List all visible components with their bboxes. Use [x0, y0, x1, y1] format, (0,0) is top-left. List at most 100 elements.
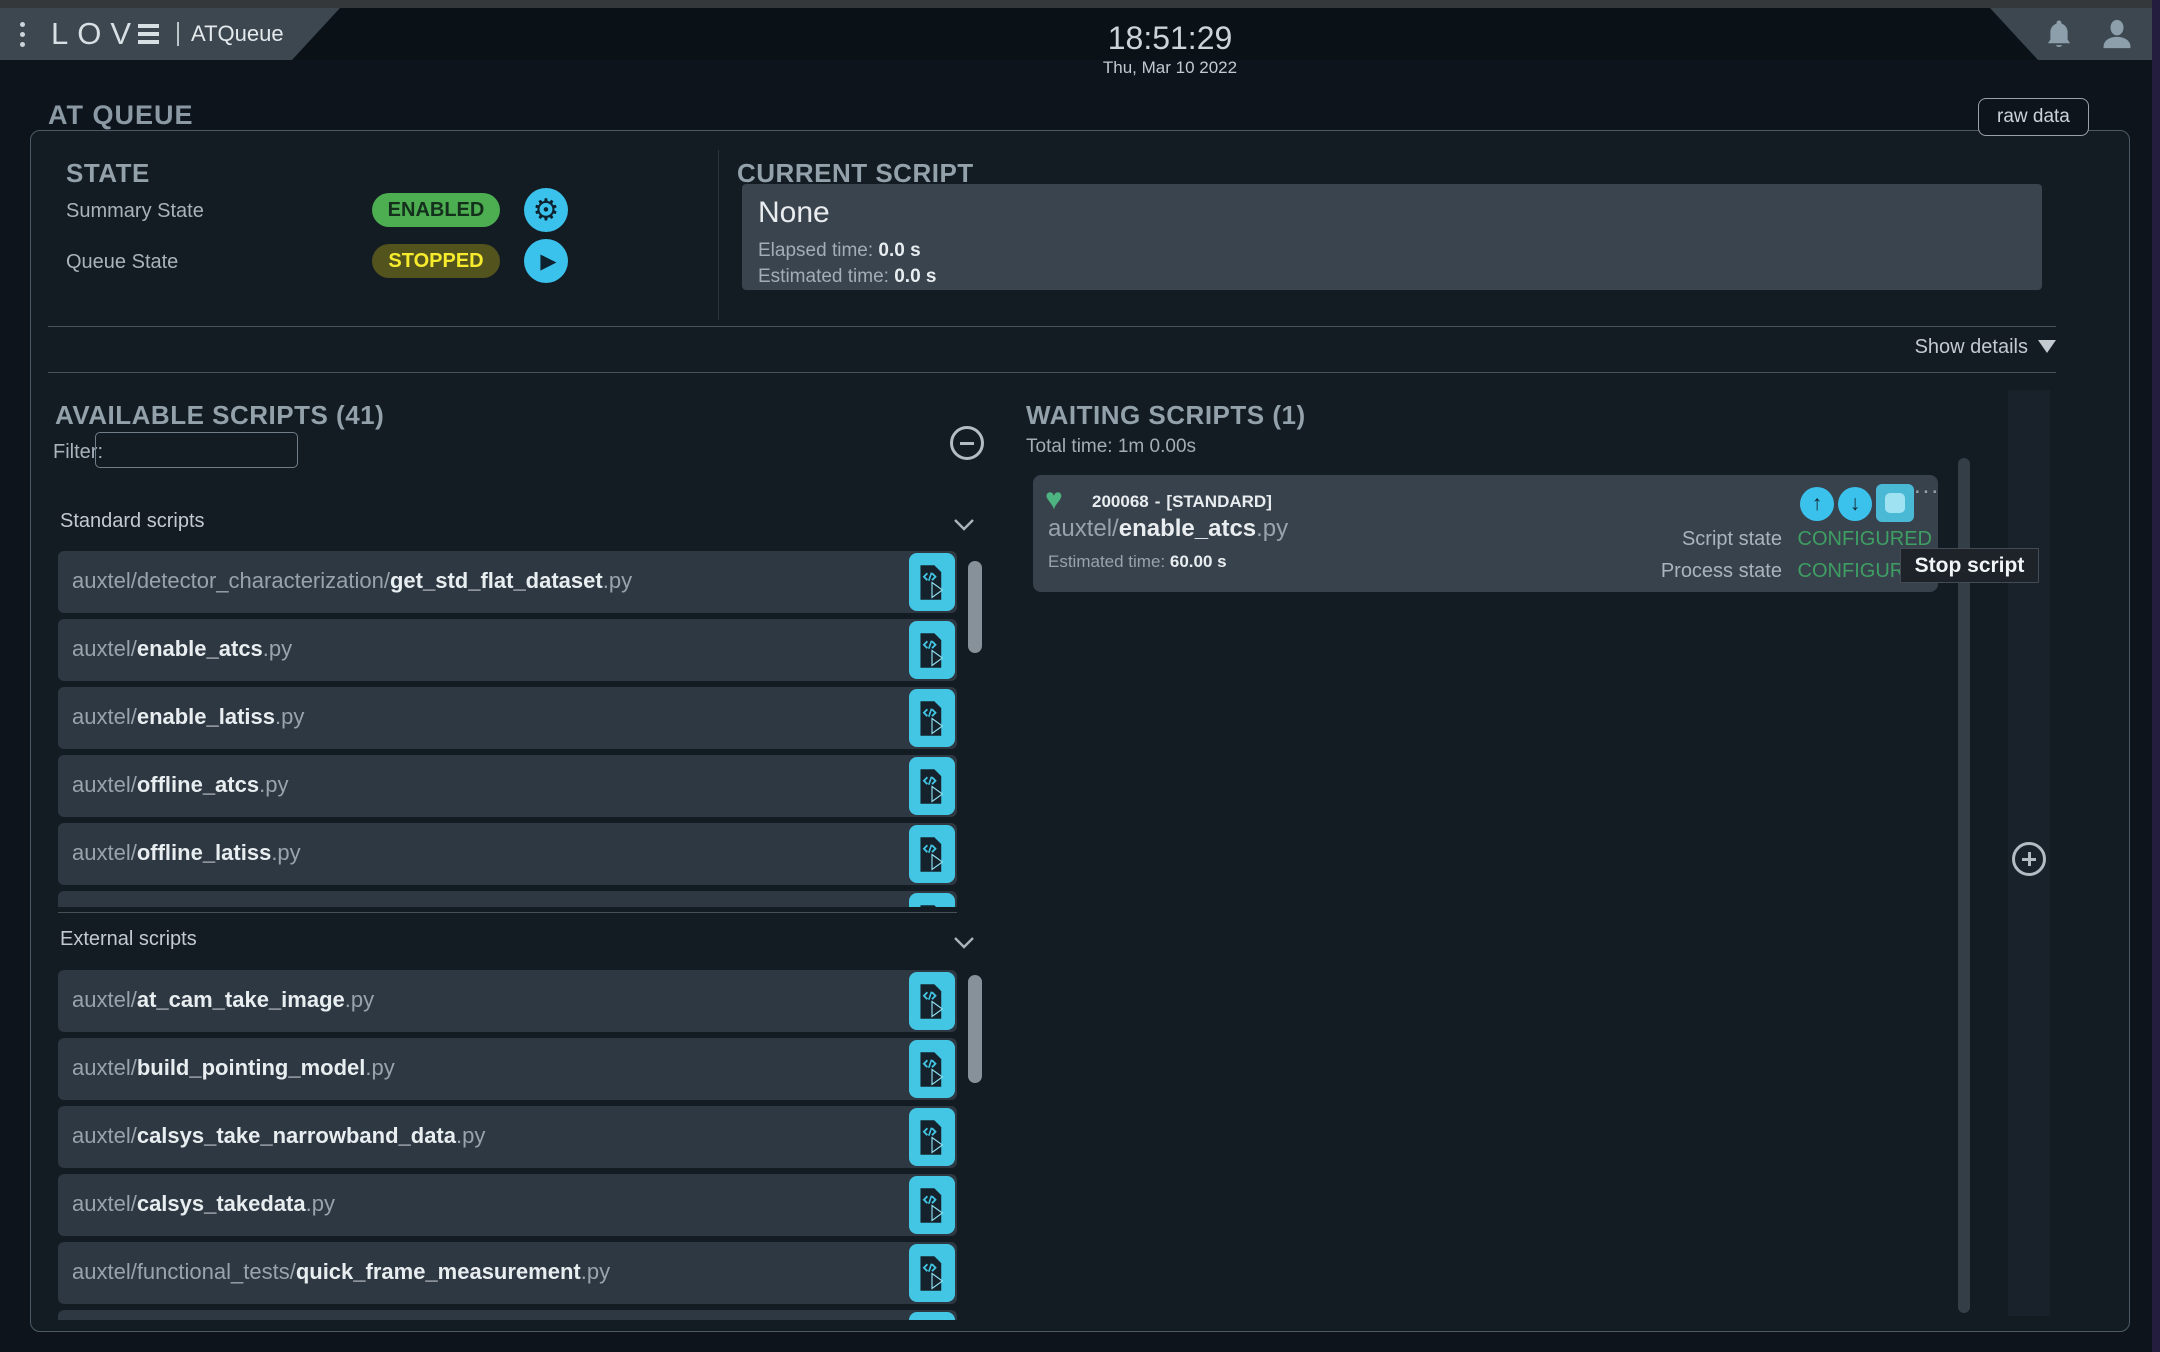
available-script-row[interactable]: auxtel/functional_tests/quick_frame_meas…: [58, 1242, 957, 1304]
available-script-row[interactable]: [58, 1310, 957, 1320]
available-script-row[interactable]: auxtel/offline_latiss.py: [58, 823, 957, 885]
script-code-play-icon: [920, 768, 944, 804]
available-scripts-title: AVAILABLE SCRIPTS (41): [55, 400, 385, 430]
script-code-play-icon: [920, 904, 937, 907]
launch-script-config-button[interactable]: [909, 621, 955, 679]
state-divider: [718, 150, 719, 320]
heartbeat-icon: ♥: [1045, 483, 1063, 516]
top-navigation-bar: LOV ATQueue 18:51:29 Thu, Mar 10 2022: [0, 8, 2160, 77]
launch-script-config-button[interactable]: [909, 553, 955, 611]
available-script-row[interactable]: auxtel/offline_atcs.py: [58, 755, 957, 817]
logo-text: LOV: [51, 16, 141, 51]
play-icon[interactable]: ▶: [524, 239, 568, 283]
launch-script-config-button[interactable]: [909, 1108, 955, 1166]
script-path: auxtel/build_pointing_model.py: [72, 1055, 395, 1080]
scrollbar-thumb[interactable]: [968, 975, 982, 1083]
script-path: auxtel/functional_tests/quick_frame_meas…: [72, 1259, 611, 1284]
stop-icon: [1885, 493, 1905, 513]
estimated-time-line: Estimated time: 0.0 s: [758, 266, 936, 288]
atqueue-page: LOV ATQueue 18:51:29 Thu, Mar 10 2022 AT…: [0, 0, 2160, 1352]
available-script-row[interactable]: auxtel/enable_atcs.py: [58, 619, 957, 681]
waiting-column-scrollbar[interactable]: [1958, 458, 1970, 1313]
expand-plus-icon[interactable]: [2012, 842, 2046, 876]
elapsed-time-label: Elapsed time:: [758, 240, 874, 261]
script-code-play-icon: [920, 632, 944, 668]
stop-script-tooltip: Stop script: [1900, 548, 2039, 583]
user-profile-icon[interactable]: [2100, 17, 2134, 51]
waiting-estimated-line: Estimated time: 60.00 s: [1048, 552, 1227, 572]
gear-icon[interactable]: ⚙: [524, 188, 568, 232]
move-script-down-button[interactable]: ↓: [1838, 487, 1872, 521]
launch-script-config-button[interactable]: [909, 1176, 955, 1234]
state-section-title: STATE: [66, 158, 150, 188]
notifications-bell-icon[interactable]: [2044, 18, 2074, 50]
waiting-scripts-title: WAITING SCRIPTS (1): [1026, 400, 1306, 430]
script-state-value: CONFIGURED: [1797, 528, 1932, 550]
launch-script-config-button[interactable]: [909, 972, 955, 1030]
launch-script-config-button[interactable]: [909, 893, 955, 907]
script-path: auxtel/at_cam_take_image.py: [72, 987, 375, 1012]
show-details-toggle[interactable]: Show details: [1856, 336, 2056, 359]
available-script-row[interactable]: auxtel/calsys_take_narrowband_data.py: [58, 1106, 957, 1168]
standard-scripts-header[interactable]: Standard scripts: [60, 510, 205, 533]
launch-script-config-button[interactable]: [909, 1312, 955, 1320]
script-path: auxtel/enable_atcs.py: [72, 636, 293, 661]
waiting-script-path: auxtel/enable_atcs.py: [1048, 515, 1288, 543]
window-edge-scrollbar[interactable]: [2152, 0, 2160, 1352]
process-state-label: Process state: [1660, 560, 1782, 582]
logo-xi-glyph: [138, 24, 159, 44]
menu-kebab-icon[interactable]: [20, 22, 25, 47]
stop-script-button[interactable]: [1876, 484, 1914, 522]
standard-scripts-list: auxtel/detector_characterization/get_std…: [58, 551, 957, 907]
script-header-separator: -: [1154, 492, 1161, 511]
launch-script-config-button[interactable]: [909, 757, 955, 815]
available-script-row[interactable]: auxtel/calsys_takedata.py: [58, 1174, 957, 1236]
script-code-play-icon: [920, 983, 944, 1019]
script-index: 200068: [1092, 492, 1149, 511]
clock-date: Thu, Mar 10 2022: [1102, 58, 1238, 77]
estimated-time-value: 0.0 s: [894, 266, 937, 287]
window-top-strip: [0, 0, 2160, 8]
external-scripts-header[interactable]: External scripts: [60, 928, 197, 951]
launch-script-config-button[interactable]: [909, 1040, 955, 1098]
waiting-total-time: Total time: 1m 0.00s: [1026, 436, 1197, 457]
script-more-menu[interactable]: ...: [1914, 472, 1940, 500]
move-script-up-button[interactable]: ↑: [1800, 487, 1834, 521]
available-script-row[interactable]: [58, 891, 957, 907]
launch-script-config-button[interactable]: [909, 689, 955, 747]
external-list-scrollbar[interactable]: [968, 970, 982, 1320]
available-script-row[interactable]: auxtel/detector_characterization/get_std…: [58, 551, 957, 613]
elapsed-time-value: 0.0 s: [878, 240, 921, 261]
details-divider-top: [48, 326, 2056, 327]
script-path: auxtel/offline_atcs.py: [72, 772, 289, 797]
chevron-down-icon[interactable]: [953, 518, 975, 536]
estimated-value: 60.00 s: [1169, 552, 1227, 571]
logo-plate: LOV ATQueue: [0, 8, 340, 60]
panel-title: AT QUEUE: [48, 100, 194, 130]
topbar-actions-plate: [1990, 8, 2152, 60]
summary-state-badge: ENABLED: [372, 193, 500, 227]
launch-script-config-button[interactable]: [909, 1244, 955, 1302]
filter-input[interactable]: [95, 432, 298, 468]
script-type: [STANDARD]: [1166, 492, 1272, 511]
available-script-row[interactable]: auxtel/enable_latiss.py: [58, 687, 957, 749]
collapse-minus-icon[interactable]: [950, 426, 984, 460]
raw-data-button[interactable]: raw data: [1978, 98, 2089, 136]
estimated-label: Estimated time:: [1048, 552, 1166, 571]
app-name: ATQueue: [191, 21, 284, 46]
script-state-label: Script state: [1681, 528, 1782, 550]
launch-script-config-button[interactable]: [909, 825, 955, 883]
script-code-play-icon: [920, 836, 944, 872]
script-path: auxtel/calsys_take_narrowband_data.py: [72, 1123, 486, 1148]
script-path: auxtel/detector_characterization/get_std…: [72, 568, 633, 593]
summary-state-label: Summary State: [66, 200, 204, 222]
script-code-play-icon: [920, 564, 944, 600]
script-path: auxtel/enable_latiss.py: [72, 704, 305, 729]
standard-list-scrollbar[interactable]: [968, 551, 982, 904]
script-code-play-icon: [920, 1255, 944, 1291]
logo-separator: [177, 22, 179, 46]
available-script-row[interactable]: auxtel/build_pointing_model.py: [58, 1038, 957, 1100]
available-script-row[interactable]: auxtel/at_cam_take_image.py: [58, 970, 957, 1032]
scrollbar-thumb[interactable]: [968, 561, 982, 653]
chevron-down-icon[interactable]: [953, 936, 975, 954]
